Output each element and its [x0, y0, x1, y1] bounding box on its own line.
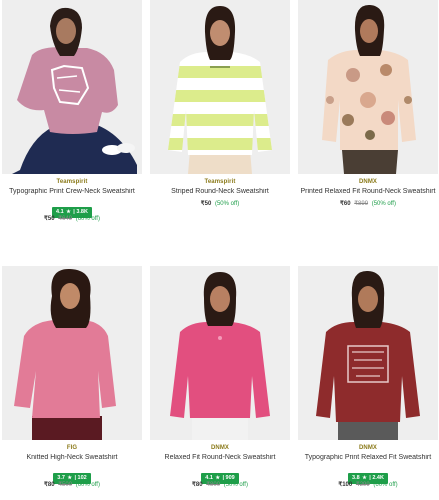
discount-label: (50% off)	[223, 482, 248, 488]
sweatshirt-shape	[322, 50, 416, 150]
rating-wrap: 3.8 ★ | 2.4K	[298, 466, 438, 484]
discount-label: (60% off)	[75, 482, 100, 488]
sale-price: ₹50	[44, 216, 55, 222]
price-row: ₹60 ₹899 (50% off)	[298, 200, 438, 207]
product-card[interactable]: Teamspirit Typographic Print Crew-Neck S…	[2, 0, 142, 222]
product-photo	[150, 0, 290, 174]
product-name[interactable]: Typographic Print Crew-Neck Sweatshirt	[2, 188, 142, 195]
product-card[interactable]: Teamspirit Striped Round-Neck Sweatshirt…	[150, 0, 290, 207]
product-card[interactable]: FIG Knitted High-Neck Sweatshirt 3.7 ★ |…	[2, 266, 142, 488]
product-grid: Teamspirit Typographic Print Crew-Neck S…	[0, 0, 439, 500]
product-image[interactable]	[298, 0, 438, 174]
product-card[interactable]: DNMX Typographic Print Relaxed Fit Sweat…	[298, 266, 438, 488]
product-card[interactable]: DNMX Printed Relaxed Fit Round-Neck Swea…	[298, 0, 438, 207]
product-photo	[2, 0, 142, 174]
product-name[interactable]: Printed Relaxed Fit Round-Neck Sweatshir…	[298, 188, 438, 195]
mrp-price: ₹649	[58, 216, 73, 222]
sweatshirt-shape	[170, 322, 270, 418]
rating-wrap: 4.1 ★ | 909	[150, 466, 290, 484]
product-name[interactable]: Typographic Print Relaxed Fit Sweatshirt	[298, 454, 438, 461]
sale-price: ₹80	[44, 482, 55, 488]
price-row: ₹100 ₹299 (60% off)	[298, 481, 438, 488]
product-image[interactable]	[2, 266, 142, 440]
discount-label: (60% off)	[373, 482, 398, 488]
sale-price: ₹50	[200, 201, 212, 207]
product-photo	[2, 266, 142, 440]
product-brand: DNMX	[358, 179, 378, 185]
discount-label: (50% off)	[214, 201, 240, 207]
product-card[interactable]: DNMX Relaxed Fit Round-Neck Sweatshirt 4…	[150, 266, 290, 488]
sale-price: ₹80	[192, 482, 203, 488]
product-photo	[298, 266, 438, 440]
product-name[interactable]: Knitted High-Neck Sweatshirt	[2, 454, 142, 461]
discount-label: (60% off)	[75, 216, 100, 222]
product-brand: FIG	[66, 445, 78, 451]
product-image[interactable]	[150, 266, 290, 440]
discount-label: (50% off)	[371, 201, 396, 207]
price-row: ₹50 (50% off)	[150, 200, 290, 207]
mrp-price: ₹299	[355, 482, 370, 488]
product-photo	[298, 0, 438, 174]
product-name[interactable]: Striped Round-Neck Sweatshirt	[150, 188, 290, 195]
price-row: ₹80 ₹500 (60% off)	[2, 481, 142, 488]
product-image[interactable]	[2, 0, 142, 174]
mrp-price: ₹500	[58, 482, 73, 488]
product-image[interactable]	[150, 0, 290, 174]
product-photo	[150, 266, 290, 440]
product-name[interactable]: Relaxed Fit Round-Neck Sweatshirt	[150, 454, 290, 461]
mrp-price: ₹899	[354, 201, 369, 207]
product-brand: Teamspirit	[204, 179, 236, 185]
product-brand: Teamspirit	[56, 179, 88, 185]
price-row: ₹50 ₹649 (60% off)	[2, 215, 142, 222]
mrp-price: ₹800	[206, 482, 221, 488]
price-row: ₹80 ₹800 (50% off)	[150, 481, 290, 488]
rating-wrap: 3.7 ★ | 102	[2, 466, 142, 484]
sale-price: ₹100	[338, 482, 353, 488]
product-image[interactable]	[298, 266, 438, 440]
sale-price: ₹60	[340, 201, 351, 207]
product-brand: DNMX	[358, 445, 378, 451]
rating-wrap: 4.1 ★ | 3.8K	[2, 200, 142, 218]
product-brand: DNMX	[210, 445, 230, 451]
